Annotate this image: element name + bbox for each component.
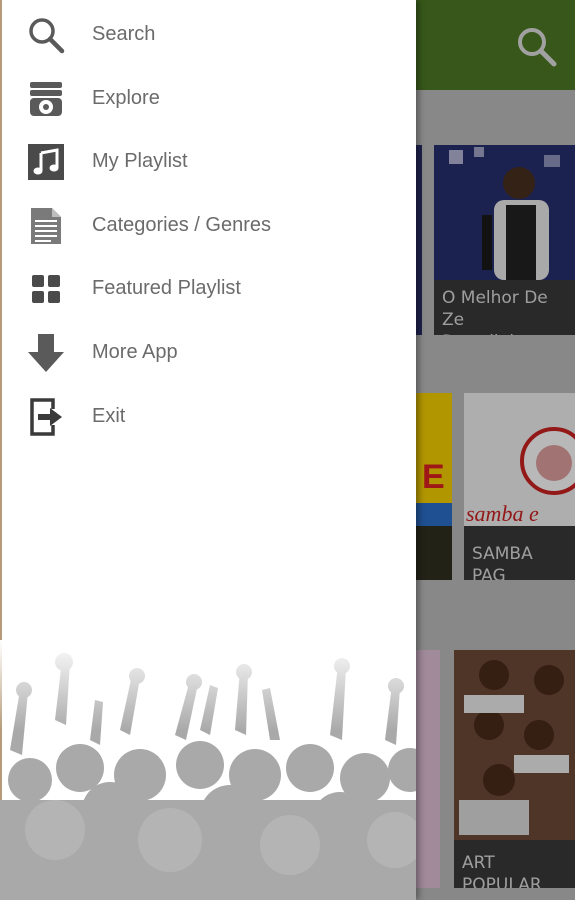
drawer-item-featured-playlist[interactable]: Featured Playlist	[0, 258, 416, 318]
drawer-item-label: Categories / Genres	[92, 214, 271, 236]
drawer-item-exit[interactable]: Exit	[0, 386, 416, 446]
drawer-item-label: Search	[92, 23, 156, 45]
drawer-item-label: My Playlist	[92, 150, 188, 172]
drawer-item-label: More App	[92, 341, 178, 363]
document-list-icon	[26, 207, 66, 245]
grid-icon	[26, 270, 66, 308]
drawer-item-my-playlist[interactable]: My Playlist	[0, 131, 416, 191]
drawer-item-categories[interactable]: Categories / Genres	[0, 195, 416, 255]
crowd-background-image	[0, 640, 416, 900]
drawer-item-search[interactable]: Search	[0, 4, 416, 64]
drawer-item-label: Exit	[92, 405, 126, 427]
drawer-item-explore[interactable]: Explore	[0, 68, 416, 128]
navigation-drawer: Search Explore My Playlist Categories / …	[0, 0, 416, 900]
drawer-item-more-app[interactable]: More App	[0, 322, 416, 382]
drawer-item-label: Explore	[92, 87, 160, 109]
explore-icon	[26, 80, 66, 118]
music-note-icon	[26, 143, 66, 181]
download-arrow-icon	[26, 334, 66, 372]
search-icon	[26, 16, 66, 54]
drawer-item-label: Featured Playlist	[92, 277, 241, 299]
exit-icon	[26, 398, 66, 436]
